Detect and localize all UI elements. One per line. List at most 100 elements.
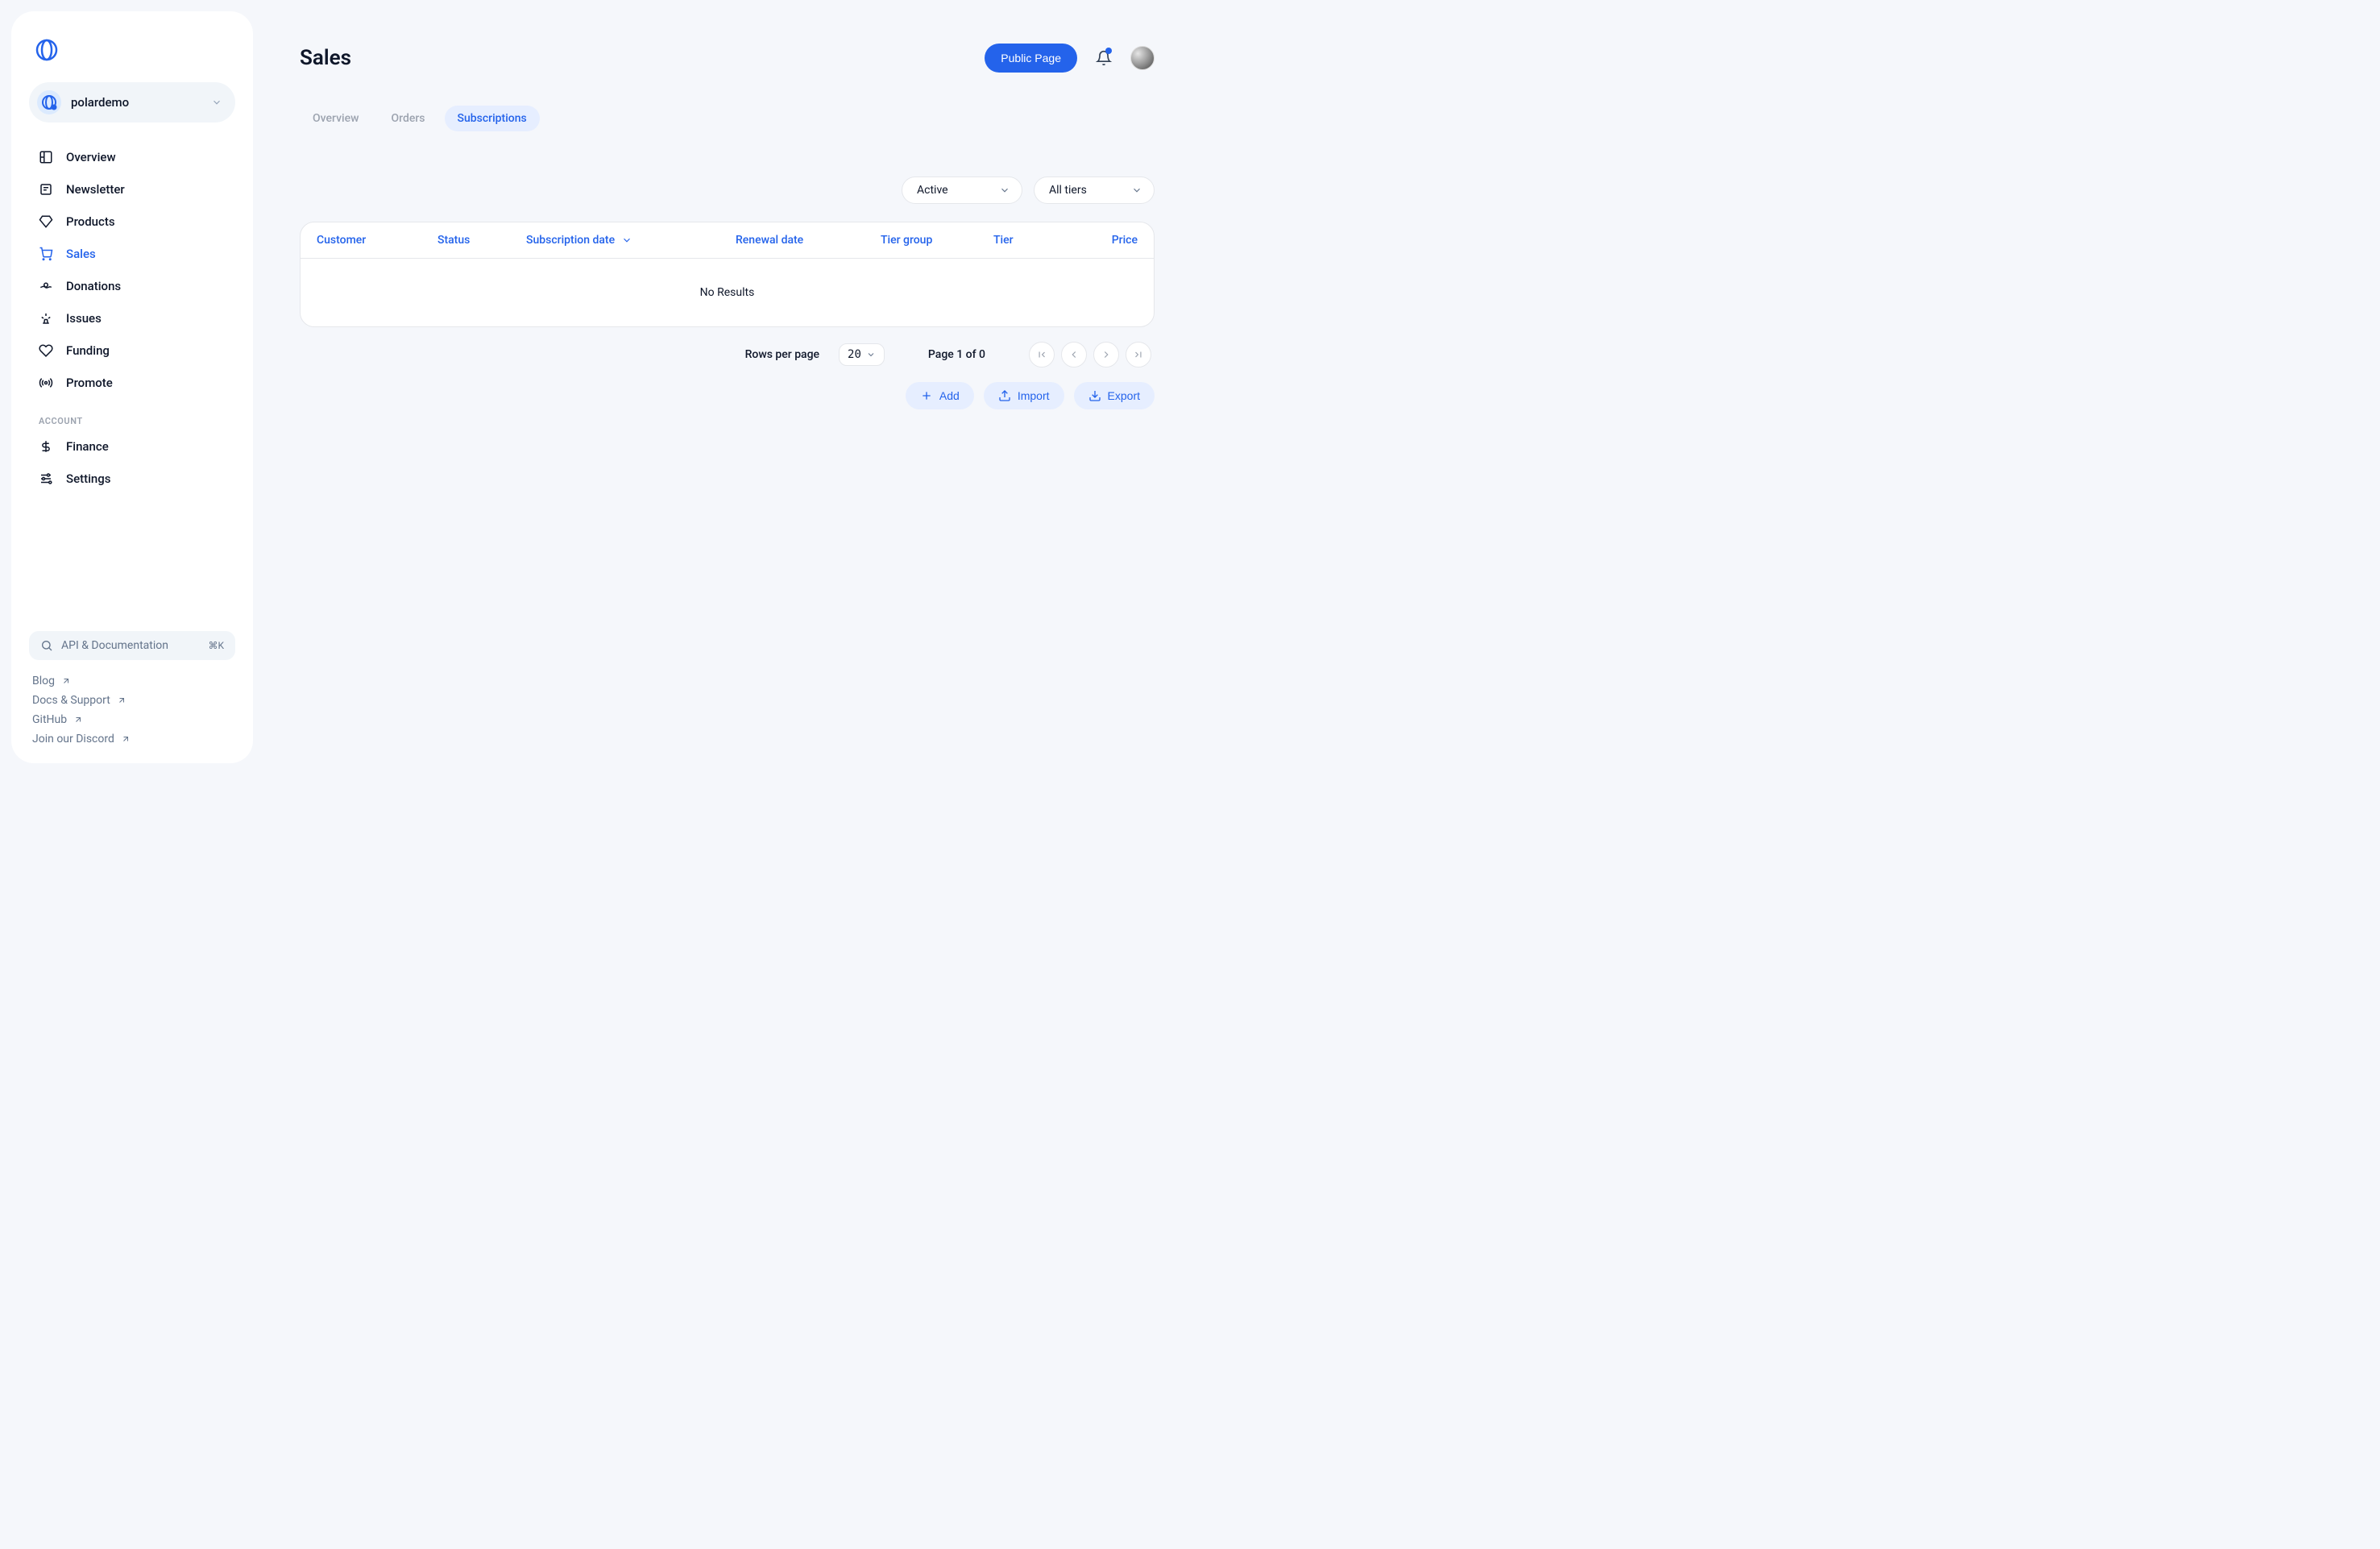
sidebar-item-products[interactable]: Products xyxy=(29,206,235,237)
sidebar-item-overview[interactable]: Overview xyxy=(29,142,235,172)
nav-account: Finance Settings xyxy=(29,431,235,494)
chevron-down-icon xyxy=(1131,185,1142,196)
ext-link-label: Blog xyxy=(32,675,55,687)
tabs: Overview Orders Subscriptions xyxy=(300,106,1155,131)
sidebar-item-sales[interactable]: Sales xyxy=(29,239,235,269)
chevron-down-icon xyxy=(211,97,222,108)
chevron-down-icon xyxy=(866,350,876,359)
layout-icon xyxy=(39,150,53,164)
sidebar-item-issues[interactable]: Issues xyxy=(29,303,235,334)
pagination: Rows per page 20 Page 1 of 0 xyxy=(300,327,1155,382)
donations-icon xyxy=(39,279,53,293)
action-label: Add xyxy=(939,389,960,402)
plus-icon xyxy=(920,389,933,402)
action-label: Export xyxy=(1108,389,1140,402)
newsletter-icon xyxy=(39,182,53,197)
sidebar-item-label: Issues xyxy=(66,311,102,326)
page-buttons xyxy=(1029,342,1151,368)
last-page-button[interactable] xyxy=(1126,342,1151,368)
status-filter-value: Active xyxy=(917,184,948,197)
subscriptions-table: Customer Status Subscription date Renewa… xyxy=(300,222,1155,327)
status-filter[interactable]: Active xyxy=(902,176,1022,204)
cart-icon xyxy=(39,247,53,261)
notifications-button[interactable] xyxy=(1090,44,1117,72)
main-content: Sales Public Page Overview Orders Subscr… xyxy=(264,0,1190,774)
sidebar-item-donations[interactable]: Donations xyxy=(29,271,235,301)
diamond-icon xyxy=(39,214,53,229)
sidebar-item-settings[interactable]: Settings xyxy=(29,463,235,494)
rows-per-page-select[interactable]: 20 xyxy=(839,343,885,366)
page-indicator: Page 1 of 0 xyxy=(928,348,985,361)
sidebar-item-label: Promote xyxy=(66,376,113,390)
ext-link-blog[interactable]: Blog xyxy=(32,675,232,687)
tab-overview[interactable]: Overview xyxy=(300,106,371,131)
ext-link-github[interactable]: GitHub xyxy=(32,713,232,726)
search-icon xyxy=(40,639,53,652)
sidebar-item-label: Overview xyxy=(66,150,116,164)
sidebar-item-label: Donations xyxy=(66,279,121,293)
ext-link-label: Join our Discord xyxy=(32,733,114,745)
sidebar-item-label: Sales xyxy=(66,247,96,261)
upload-icon xyxy=(998,389,1011,402)
chevrons-left-icon xyxy=(1036,349,1047,360)
next-page-button[interactable] xyxy=(1093,342,1119,368)
external-icon xyxy=(73,715,83,725)
chevron-left-icon xyxy=(1068,349,1080,360)
sidebar-item-finance[interactable]: Finance xyxy=(29,431,235,462)
tier-filter-value: All tiers xyxy=(1049,184,1087,197)
logo[interactable] xyxy=(35,39,235,61)
api-label: API & Documentation xyxy=(61,639,200,652)
column-renewal-date[interactable]: Renewal date xyxy=(736,234,881,247)
ext-link-label: GitHub xyxy=(32,713,67,726)
filter-bar: Active All tiers xyxy=(300,176,1155,204)
org-selector[interactable]: polardemo xyxy=(29,82,235,123)
org-avatar-icon xyxy=(41,94,57,110)
broadcast-icon xyxy=(39,376,53,390)
external-icon xyxy=(117,696,126,705)
tab-subscriptions[interactable]: Subscriptions xyxy=(445,106,540,131)
export-button[interactable]: Export xyxy=(1074,382,1155,409)
public-page-button[interactable]: Public Page xyxy=(985,44,1077,73)
api-docs-button[interactable]: API & Documentation ⌘K xyxy=(29,631,235,660)
external-icon xyxy=(61,676,71,686)
external-icon xyxy=(121,734,131,744)
user-avatar[interactable] xyxy=(1130,46,1155,70)
column-subscription-date[interactable]: Subscription date xyxy=(526,234,736,247)
tier-filter[interactable]: All tiers xyxy=(1034,176,1155,204)
ext-link-discord[interactable]: Join our Discord xyxy=(32,733,232,745)
sidebar-item-label: Finance xyxy=(66,439,109,454)
ext-link-docs[interactable]: Docs & Support xyxy=(32,694,232,707)
column-customer[interactable]: Customer xyxy=(317,234,437,247)
nav-main: Overview Newsletter Products Sales xyxy=(29,142,235,398)
table-header: Customer Status Subscription date Renewa… xyxy=(301,222,1154,259)
sidebar-item-label: Products xyxy=(66,214,115,229)
column-tier[interactable]: Tier xyxy=(993,234,1058,247)
sidebar-item-label: Settings xyxy=(66,471,111,486)
sidebar-item-funding[interactable]: Funding xyxy=(29,335,235,366)
column-status[interactable]: Status xyxy=(437,234,526,247)
download-icon xyxy=(1088,389,1101,402)
import-button[interactable]: Import xyxy=(984,382,1064,409)
heart-icon xyxy=(39,343,53,358)
external-links: Blog Docs & Support GitHub Join our Disc… xyxy=(29,675,235,745)
sidebar-item-promote[interactable]: Promote xyxy=(29,368,235,398)
api-kbd: ⌘K xyxy=(208,640,224,651)
column-label: Subscription date xyxy=(526,234,615,247)
sidebar: polardemo Overview Newsletter Produc xyxy=(11,11,253,763)
page-header: Sales Public Page xyxy=(300,32,1155,85)
tab-orders[interactable]: Orders xyxy=(378,106,437,131)
first-page-button[interactable] xyxy=(1029,342,1055,368)
action-label: Import xyxy=(1018,389,1050,402)
sidebar-item-newsletter[interactable]: Newsletter xyxy=(29,174,235,205)
prev-page-button[interactable] xyxy=(1061,342,1087,368)
add-button[interactable]: Add xyxy=(906,382,974,409)
column-price[interactable]: Price xyxy=(1058,234,1138,247)
org-avatar xyxy=(37,90,61,114)
chevron-right-icon xyxy=(1101,349,1112,360)
column-tier-group[interactable]: Tier group xyxy=(881,234,993,247)
logo-icon xyxy=(35,39,58,61)
dollar-icon xyxy=(39,439,53,454)
rows-per-page-label: Rows per page xyxy=(745,348,819,361)
org-name: polardemo xyxy=(71,95,201,110)
sliders-icon xyxy=(39,471,53,486)
